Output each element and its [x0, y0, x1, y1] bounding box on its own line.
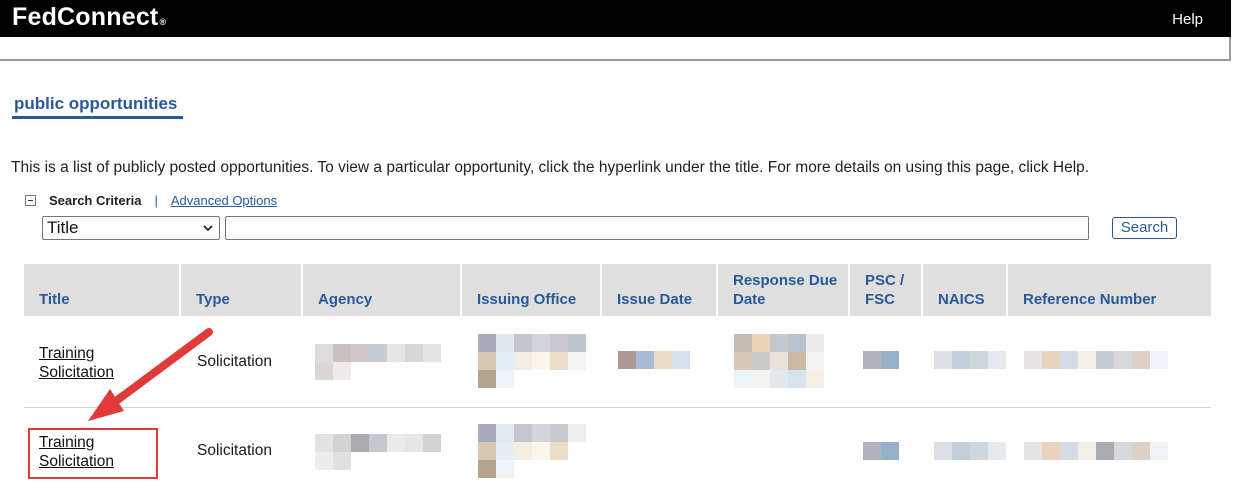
- red-arrow-icon: [88, 328, 213, 421]
